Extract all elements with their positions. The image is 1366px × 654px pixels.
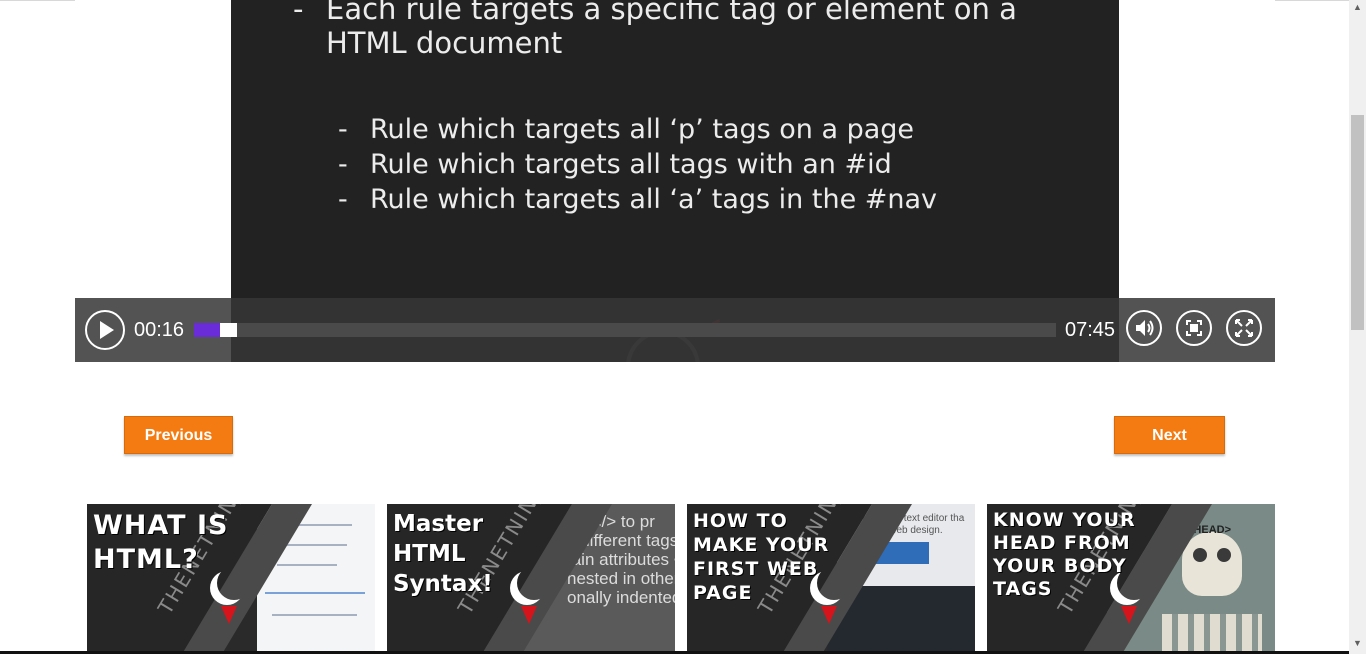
progress-handle[interactable]	[220, 323, 237, 337]
thumbnail-title: Master HTML Syntax!	[393, 511, 493, 597]
video-thumbnail[interactable]: en source text editor tha stands web des…	[687, 504, 975, 654]
ribbon-icon	[521, 606, 537, 624]
ribbon-icon	[821, 606, 837, 624]
fullscreen-button[interactable]	[1226, 310, 1262, 346]
volume-button[interactable]	[1126, 310, 1162, 346]
fullscreen-icon	[1235, 319, 1253, 337]
thumbnail-title: KNOW YOUR HEAD FROM YOUR BODY TAGS	[993, 509, 1136, 600]
volume-icon	[1136, 320, 1154, 336]
ribbon-icon	[221, 606, 237, 624]
scroll-thumb[interactable]	[1351, 115, 1364, 330]
player-controls: 00:16 07:45	[75, 298, 1275, 362]
next-button[interactable]: Next	[1114, 416, 1225, 454]
video-player[interactable]: - Each rule targets a specific tag or el…	[75, 0, 1275, 362]
play-icon	[100, 321, 114, 339]
video-thumbnail[interactable]: <> </> to pr y different tags tain attri…	[387, 504, 675, 654]
ninja-logo-icon	[517, 566, 551, 600]
thumbnail-title: WHAT IS HTML?	[93, 510, 229, 575]
vertical-scrollbar[interactable]: ▲ ▼	[1349, 0, 1366, 654]
previous-button[interactable]: Previous	[124, 416, 233, 454]
skull-image	[1182, 532, 1242, 596]
video-thumbnail[interactable]: THENETNINJA WHAT IS HTML?	[87, 504, 375, 654]
play-button[interactable]	[85, 310, 125, 350]
total-time: 07:45	[1065, 319, 1116, 341]
video-thumbnail[interactable]: <HEAD> THENETNINJA KNOW YOUR HEAD FROM Y…	[987, 504, 1275, 654]
scroll-down-icon[interactable]: ▼	[1353, 638, 1362, 648]
fit-screen-button[interactable]	[1176, 310, 1212, 346]
fit-screen-icon	[1186, 320, 1202, 336]
slide-sub-bullet: - Rule which targets all ‘p’ tags on a pa…	[338, 114, 915, 145]
thumbnail-title: HOW TO MAKE YOUR FIRST WEB PAGE	[693, 510, 830, 604]
scroll-up-icon[interactable]: ▲	[1353, 2, 1362, 12]
slide-sub-bullet: - Rule which targets all tags with an #id	[338, 149, 892, 180]
slide-main-bullet-text: Each rule targets a specific tag or elem…	[326, 0, 1017, 60]
progress-fill	[194, 323, 220, 337]
slide-main-bullet: - Each rule targets a specific tag or el…	[293, 0, 1046, 60]
current-time: 00:16	[134, 319, 185, 341]
progress-bar[interactable]	[194, 323, 1056, 337]
slide-sub-bullet: - Rule which targets all ‘a’ tags in the …	[338, 184, 938, 215]
ribbon-icon	[1121, 606, 1137, 624]
